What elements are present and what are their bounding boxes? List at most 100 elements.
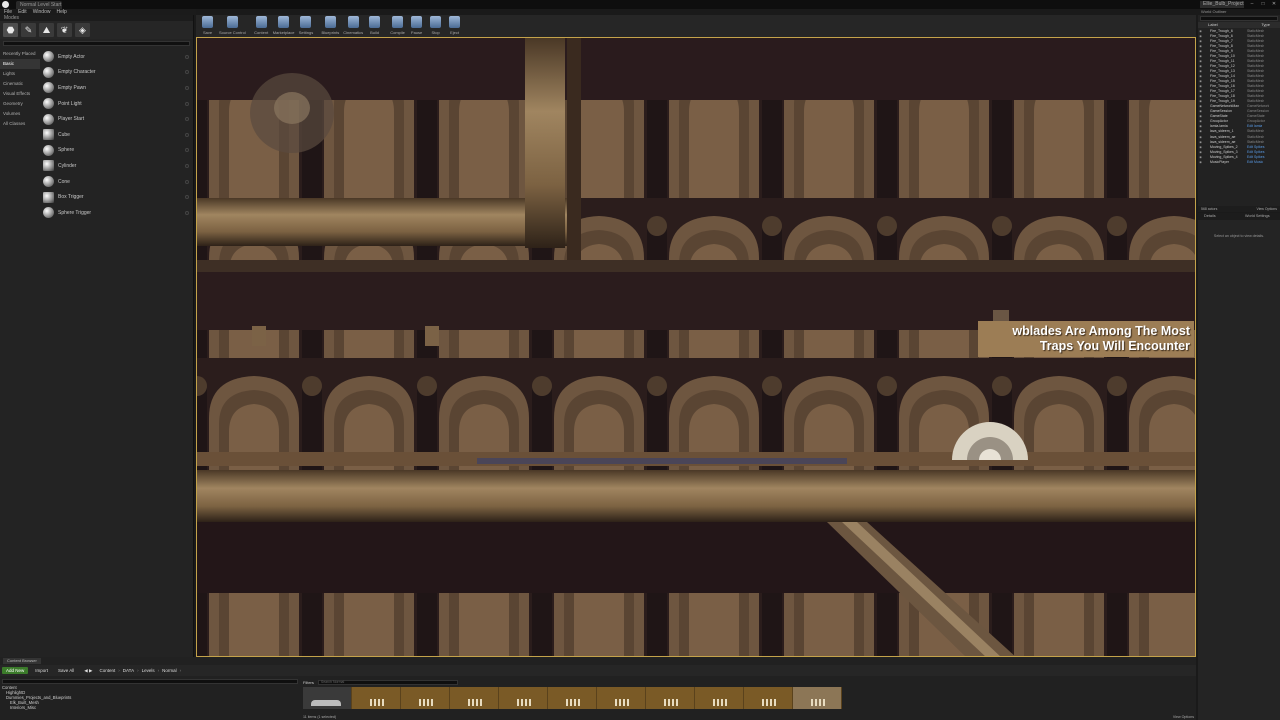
asset-tile[interactable]: [303, 687, 352, 709]
asset-tile[interactable]: [793, 687, 842, 709]
asset-tile[interactable]: [499, 687, 548, 709]
landscape-mode-icon[interactable]: ⛰: [39, 23, 54, 37]
maximize-icon[interactable]: □: [1259, 1, 1267, 7]
source-control-button[interactable]: Source Control: [217, 15, 248, 37]
filters-button[interactable]: Filters: [303, 680, 314, 685]
outliner-row[interactable]: ◉ GameSession GameSession: [1198, 109, 1280, 114]
place-mode-icon[interactable]: ⬣: [3, 23, 18, 37]
actor-label: Fire_Trough_18: [1210, 94, 1235, 99]
breadcrumb-data[interactable]: DATA: [123, 668, 134, 673]
tab-details[interactable]: Details: [1198, 213, 1239, 220]
cinematics-button[interactable]: Cinematics: [341, 15, 365, 37]
info-icon[interactable]: [185, 101, 189, 106]
place-item[interactable]: Empty Pawn: [41, 80, 191, 96]
content-icon: [255, 16, 267, 28]
info-icon[interactable]: [185, 148, 189, 153]
view-options-button[interactable]: View Options: [1173, 715, 1194, 719]
asset-search-input[interactable]: Search Normal: [317, 679, 458, 685]
place-item[interactable]: Sphere Trigger: [41, 205, 191, 221]
info-icon[interactable]: [185, 54, 189, 59]
content-button[interactable]: Content: [252, 15, 271, 37]
category-basic[interactable]: Basic: [0, 59, 40, 69]
asset-tile[interactable]: [450, 687, 499, 709]
breadcrumb-normal[interactable]: Normal: [162, 668, 177, 673]
stop-button[interactable]: Stop: [426, 15, 445, 37]
outliner-row[interactable]: ◉ MusicPlayer Edit Music: [1198, 159, 1280, 164]
asset-tile[interactable]: [352, 687, 401, 709]
folder-search-input[interactable]: [2, 679, 298, 684]
breadcrumb-content[interactable]: Content: [99, 668, 115, 673]
foliage-mode-icon[interactable]: ❦: [57, 23, 72, 37]
place-item[interactable]: Empty Character: [41, 65, 191, 81]
category-cinematic[interactable]: Cinematic: [0, 79, 40, 89]
actor-type: GameSession: [1247, 109, 1269, 114]
save-button[interactable]: Save: [198, 15, 217, 37]
eject-button[interactable]: Eject: [445, 15, 464, 37]
tab-world-settings[interactable]: World Settings: [1239, 213, 1280, 220]
outliner-row[interactable]: ◉ GameNetworkMan GameNetwork: [1198, 104, 1280, 109]
asset-tile[interactable]: [401, 687, 450, 709]
category-recently-placed[interactable]: Recently Placed: [0, 49, 40, 59]
level-viewport[interactable]: wblades Are Among The Most Traps You Wil…: [196, 37, 1196, 657]
close-icon[interactable]: ✕: [1270, 1, 1278, 7]
place-item[interactable]: Cone: [41, 174, 191, 190]
asset-tile[interactable]: [548, 687, 597, 709]
add-new-button[interactable]: Add New: [2, 667, 29, 674]
info-icon[interactable]: [185, 163, 189, 168]
view-options-button[interactable]: View Options: [1256, 206, 1277, 212]
info-icon[interactable]: [185, 195, 189, 200]
actor-type[interactable]: Edit Music: [1247, 160, 1263, 164]
asset-tile[interactable]: [695, 687, 744, 709]
category-visual-effects[interactable]: Visual Effects: [0, 89, 40, 99]
column-label[interactable]: Label: [1208, 22, 1218, 28]
level-thumbnail-icon: [762, 699, 776, 706]
info-icon[interactable]: [185, 85, 189, 90]
level-document-tab[interactable]: Normal Level Start: [16, 1, 62, 9]
history-back-icon[interactable]: ◀ ▶: [81, 667, 95, 675]
place-item[interactable]: Box Trigger: [41, 189, 191, 205]
blueprints-button[interactable]: Blueprints: [319, 15, 341, 37]
info-icon[interactable]: [185, 132, 189, 137]
toolbar-label: Stop: [431, 30, 440, 35]
place-item[interactable]: Sphere: [41, 143, 191, 159]
category-volumes[interactable]: Volumes: [0, 109, 40, 119]
minimize-icon[interactable]: –: [1248, 1, 1256, 7]
actor-type[interactable]: Edit lamia: [1247, 124, 1262, 128]
category-lights[interactable]: Lights: [0, 69, 40, 79]
place-item[interactable]: Cube: [41, 127, 191, 143]
asset-tile[interactable]: [744, 687, 793, 709]
actor-type[interactable]: Edit Spikes: [1247, 145, 1265, 149]
info-icon[interactable]: [185, 179, 189, 184]
place-item[interactable]: Empty Actor: [41, 49, 191, 65]
build-button[interactable]: Build: [365, 15, 384, 37]
place-item[interactable]: Point Light: [41, 96, 191, 112]
content-browser-tab[interactable]: Content Browser: [3, 658, 41, 664]
outliner-search-input[interactable]: [1200, 16, 1278, 21]
import-button[interactable]: Import: [32, 667, 51, 674]
world-outliner-tab[interactable]: World Outliner: [1198, 9, 1280, 15]
actor-icon: [43, 51, 54, 63]
folder-item[interactable]: Interiors_Misc: [2, 705, 298, 710]
info-icon[interactable]: [185, 117, 189, 122]
item-label: Player Start: [58, 116, 85, 123]
breadcrumb-levels[interactable]: Levels: [142, 668, 155, 673]
marketplace-button[interactable]: Marketplace: [271, 15, 297, 37]
asset-tile[interactable]: [597, 687, 646, 709]
category-all-classes[interactable]: All Classes: [0, 119, 40, 129]
compile-button[interactable]: Compile: [388, 15, 407, 37]
actor-type[interactable]: Edit Spikes: [1247, 155, 1265, 159]
category-geometry[interactable]: Geometry: [0, 99, 40, 109]
class-search-input[interactable]: [3, 41, 190, 46]
settings-button[interactable]: Settings: [296, 15, 315, 37]
actor-type[interactable]: Edit Spikes: [1247, 150, 1265, 154]
paint-mode-icon[interactable]: ✎: [21, 23, 36, 37]
asset-tile[interactable]: [646, 687, 695, 709]
info-icon[interactable]: [185, 210, 189, 215]
info-icon[interactable]: [185, 70, 189, 75]
pause-button[interactable]: Pause: [407, 15, 426, 37]
save-all-button[interactable]: Save All: [55, 667, 77, 674]
place-item[interactable]: Player Start: [41, 111, 191, 127]
column-type[interactable]: Type: [1261, 22, 1270, 28]
place-item[interactable]: Cylinder: [41, 158, 191, 174]
geometry-mode-icon[interactable]: ◈: [75, 23, 90, 37]
